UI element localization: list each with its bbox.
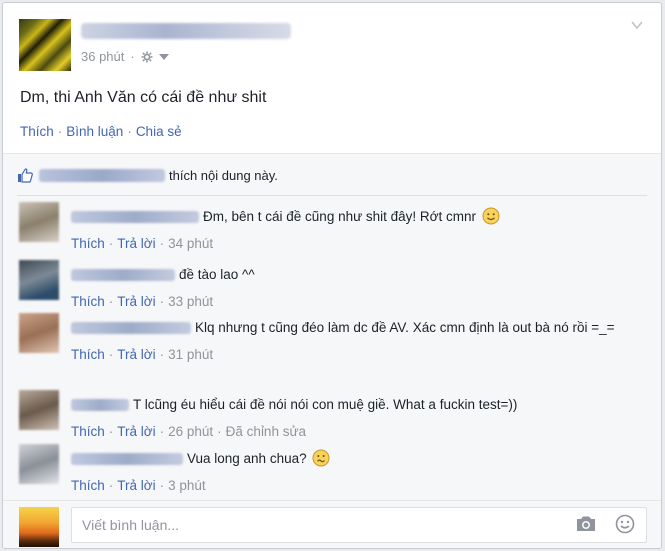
commenter-avatar[interactable] <box>19 260 59 300</box>
comment-reply-button[interactable]: Trả lời <box>117 291 155 312</box>
author-name-blurred[interactable] <box>81 23 291 39</box>
comment-actions: Thích · Trả lời · 31 phút <box>71 344 641 365</box>
thumbs-up-icon <box>18 168 33 183</box>
post-meta: 36 phút · <box>81 49 169 64</box>
comment-text: T lcũng éu hiểu cái đề nói nói con muệ g… <box>133 397 518 412</box>
comment-actions: Thích · Trả lời · 26 phút · Đã chỉnh sửa <box>71 421 641 442</box>
action-separator: · <box>159 478 165 493</box>
action-separator: · <box>108 236 114 251</box>
comment-body: Klq nhưng t cũng đéo làm dc đề AV. Xác c… <box>71 317 641 365</box>
commenter-name-blurred[interactable] <box>71 399 129 412</box>
likes-divider <box>17 195 647 196</box>
likes-summary: thích nội dung này. <box>17 167 278 183</box>
comment-body: Vua long anh chua? Thích · Trả lời · 3 p… <box>71 448 641 496</box>
action-separator: · <box>159 236 165 251</box>
action-separator: · <box>127 124 132 139</box>
comment-body: đề tào lao ^^ Thích · Trả lời · 33 phút <box>71 264 641 312</box>
post-time[interactable]: 36 phút <box>81 49 124 64</box>
comment-like-button[interactable]: Thích <box>71 344 105 365</box>
comment-composer <box>3 500 661 548</box>
comment-time[interactable]: 34 phút <box>168 233 213 254</box>
camera-icon[interactable] <box>575 515 597 533</box>
comment-body: Đm, bên t cái đề cũng như shit đây! Rớt … <box>71 206 641 254</box>
comment-reply-button[interactable]: Trả lời <box>117 421 155 442</box>
comment-time[interactable]: 26 phút <box>168 421 213 442</box>
commenter-avatar[interactable] <box>19 202 59 242</box>
comment-time[interactable]: 3 phút <box>168 475 206 496</box>
comment-text: Đm, bên t cái đề cũng như shit đây! Rớt … <box>203 209 477 224</box>
comment-body: T lcũng éu hiểu cái đề nói nói con muệ g… <box>71 394 641 442</box>
commenter-avatar[interactable] <box>19 444 59 484</box>
smile-emoji-icon <box>482 207 500 225</box>
commenter-avatar[interactable] <box>19 390 59 430</box>
action-separator: · <box>159 347 165 362</box>
commenter-name-blurred[interactable] <box>71 269 175 282</box>
comment-button[interactable]: Bình luận <box>66 124 123 139</box>
comments-section: thích nội dung này. Đm, bên t cái đề cũn… <box>3 154 661 548</box>
post-header: 36 phút · Dm, thi Anh Văn có cái đề như … <box>3 3 661 153</box>
confused-emoji-icon <box>312 449 330 467</box>
comment-actions: Thích · Trả lời · 33 phút <box>71 291 641 312</box>
comment-like-button[interactable]: Thích <box>71 421 105 442</box>
post-actions: Thích · Bình luận · Chia sẻ <box>20 124 182 139</box>
comment-actions: Thích · Trả lời · 3 phút <box>71 475 641 496</box>
commenter-name-blurred[interactable] <box>71 211 199 224</box>
action-separator: · <box>159 424 165 439</box>
commenter-name-blurred[interactable] <box>71 322 191 335</box>
comment-text: Klq nhưng t cũng đéo làm dc đề AV. Xác c… <box>195 320 615 335</box>
post-text: Dm, thi Anh Văn có cái đề như shit <box>20 89 267 106</box>
action-separator: · <box>217 424 222 439</box>
comment-text: đề tào lao ^^ <box>179 267 255 282</box>
author-avatar[interactable] <box>19 19 71 71</box>
liker-name-blurred[interactable] <box>39 168 165 182</box>
share-button[interactable]: Chia sẻ <box>136 124 182 139</box>
comment-reply-button[interactable]: Trả lời <box>117 233 155 254</box>
audience-caret-icon[interactable] <box>158 53 169 60</box>
action-separator: · <box>159 294 165 309</box>
action-separator: · <box>108 478 114 493</box>
smiley-icon[interactable] <box>615 514 635 534</box>
gear-audience-icon[interactable] <box>141 51 153 63</box>
post-card: 36 phút · Dm, thi Anh Văn có cái đề như … <box>2 2 662 549</box>
likes-text: thích nội dung này. <box>169 167 278 183</box>
comment-reply-button[interactable]: Trả lời <box>117 475 155 496</box>
comment-time[interactable]: 31 phút <box>168 344 213 365</box>
comment-time[interactable]: 33 phút <box>168 291 213 312</box>
edited-label[interactable]: Đã chỉnh sửa <box>226 421 306 442</box>
action-separator: · <box>108 294 114 309</box>
meta-separator: · <box>130 49 135 64</box>
current-user-avatar[interactable] <box>19 507 59 547</box>
comment-input[interactable] <box>71 507 647 543</box>
like-button[interactable]: Thích <box>20 124 54 139</box>
comment-like-button[interactable]: Thích <box>71 475 105 496</box>
action-separator: · <box>108 347 114 362</box>
comment-reply-button[interactable]: Trả lời <box>117 344 155 365</box>
comment-text: Vua long anh chua? <box>187 451 307 466</box>
action-separator: · <box>57 124 63 139</box>
commenter-name-blurred[interactable] <box>71 453 183 466</box>
action-separator: · <box>108 424 114 439</box>
comment-like-button[interactable]: Thích <box>71 291 105 312</box>
commenter-avatar[interactable] <box>19 313 59 353</box>
chevron-down-icon[interactable] <box>629 17 645 33</box>
comment-like-button[interactable]: Thích <box>71 233 105 254</box>
comment-actions: Thích · Trả lời · 34 phút <box>71 233 641 254</box>
